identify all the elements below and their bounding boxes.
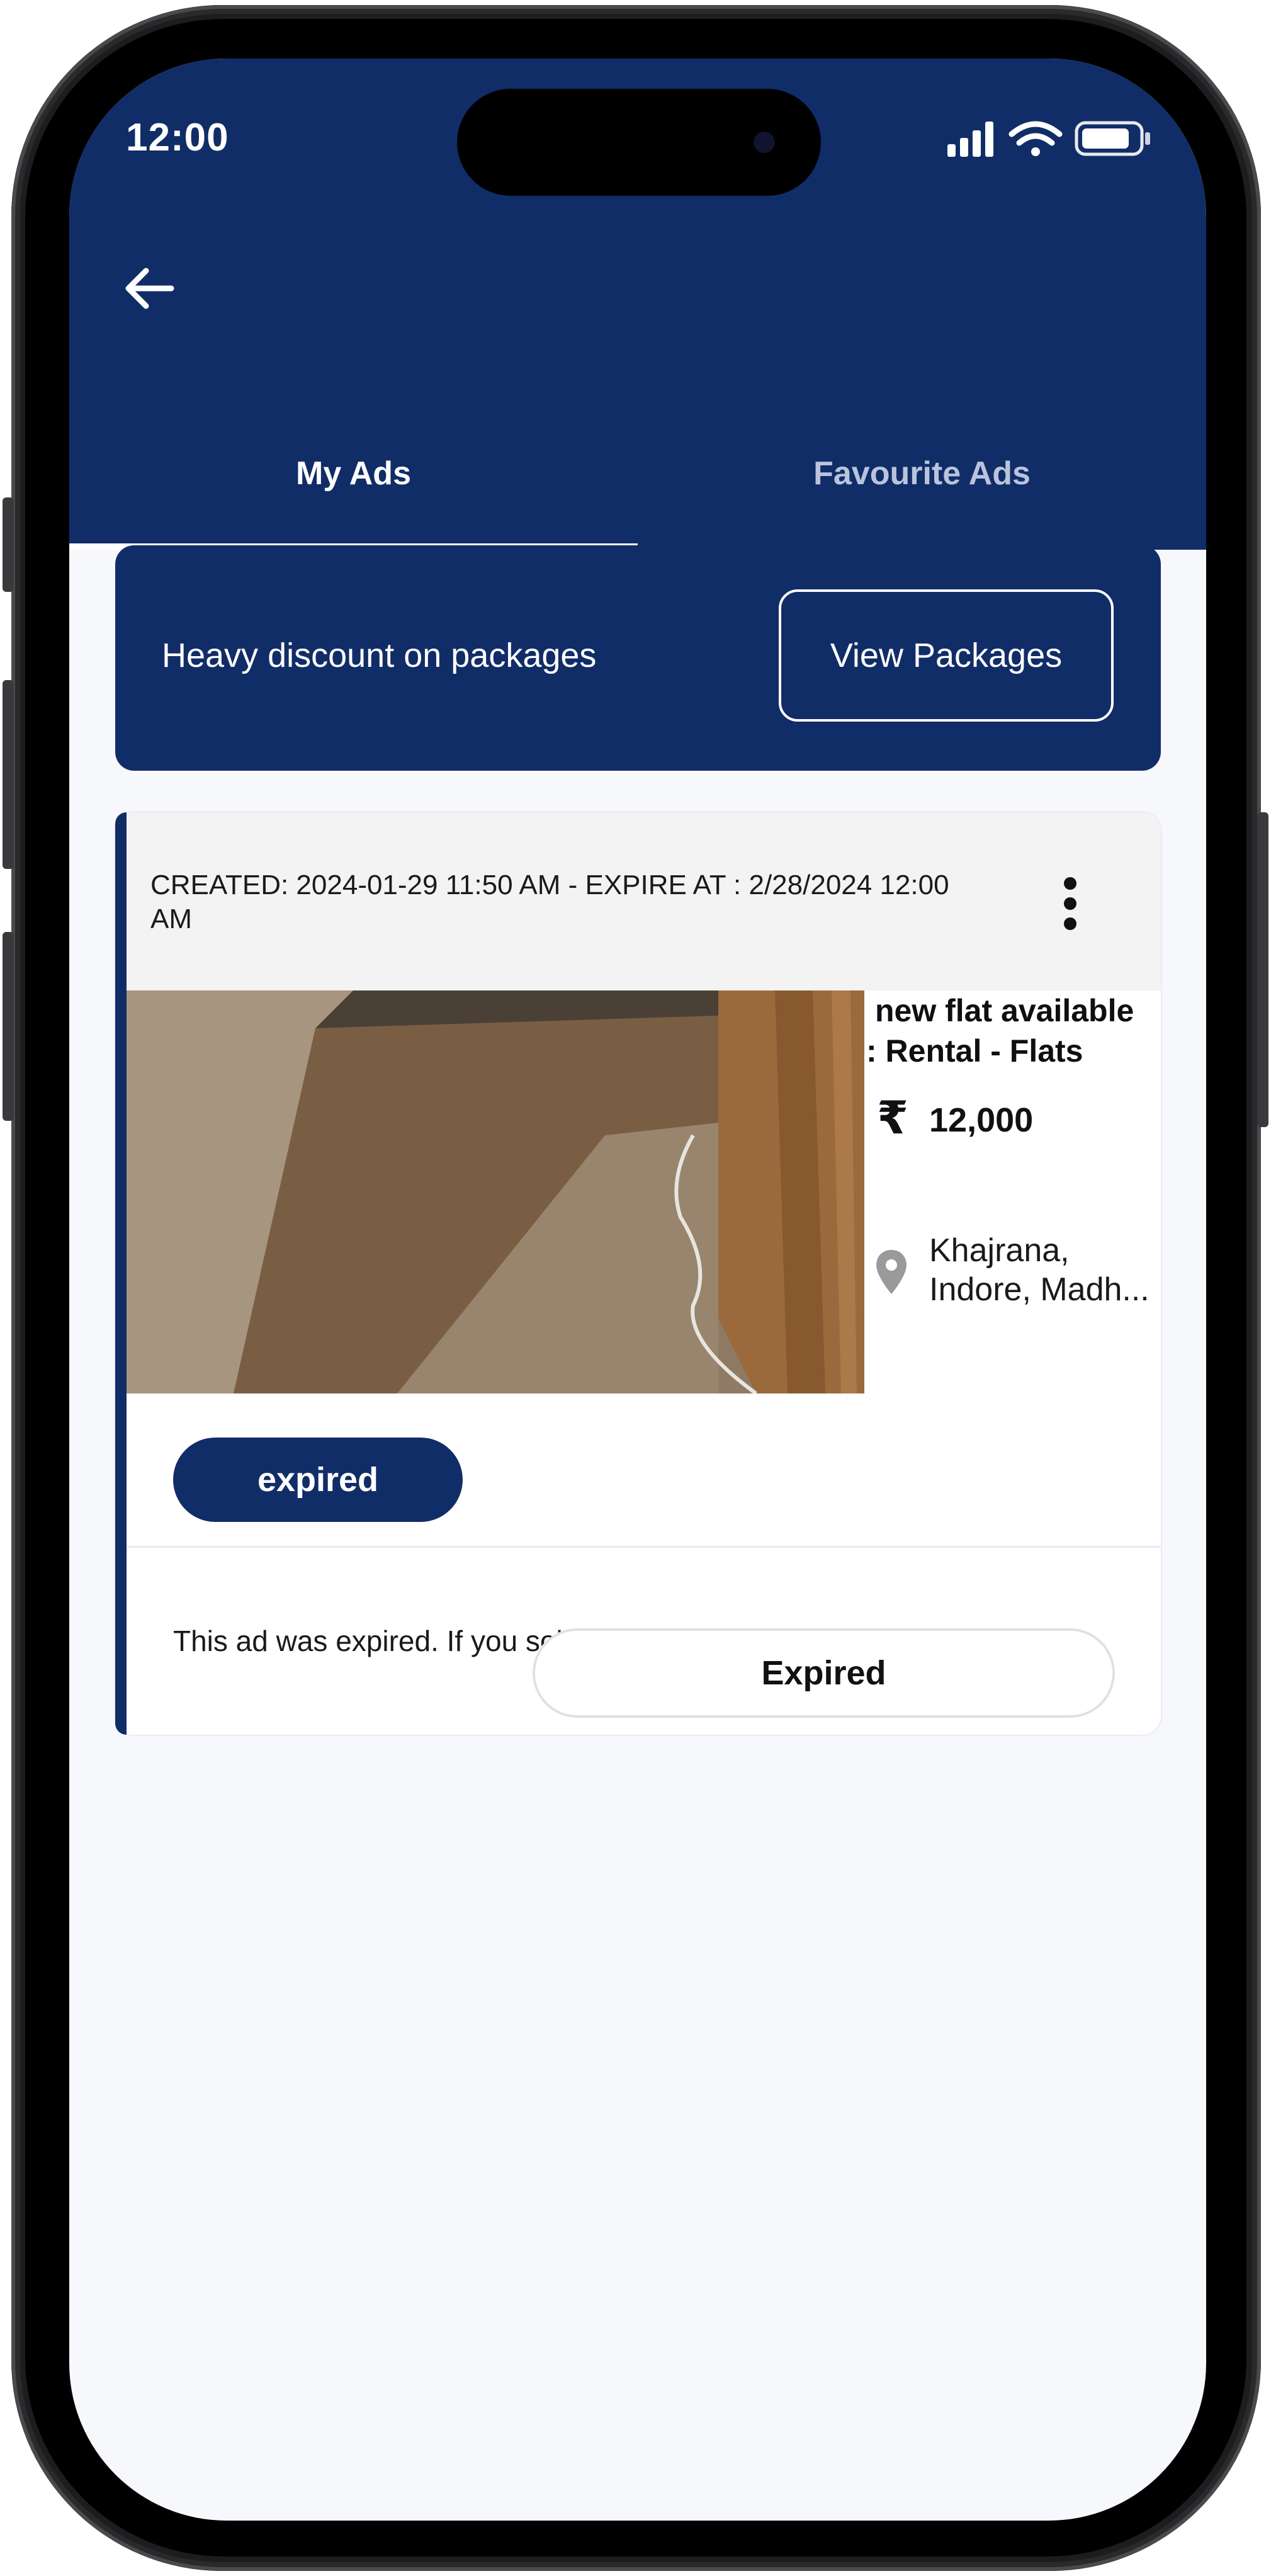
cellular-signal-icon xyxy=(947,122,993,157)
ad-created-expiry: CREATED: 2024-01-29 11:50 AM - EXPIRE AT… xyxy=(150,870,949,934)
view-packages-button[interactable]: View Packages xyxy=(779,589,1114,722)
tab-favourite-ads[interactable]: Favourite Ads xyxy=(638,436,1206,511)
action-button xyxy=(3,497,14,592)
promo-text: Heavy discount on packages xyxy=(162,637,597,674)
back-arrow-icon[interactable] xyxy=(121,260,178,317)
screen: 12:00 My Ads Favourite Ads Heavy discoun… xyxy=(69,59,1206,2521)
card-divider xyxy=(127,1546,1161,1548)
battery-icon xyxy=(1075,121,1150,156)
ad-title[interactable]: new flat available : Rental - Flats xyxy=(866,990,1156,1071)
expired-button[interactable]: Expired xyxy=(533,1628,1115,1718)
wifi-icon xyxy=(1008,121,1063,156)
power-button xyxy=(1257,812,1268,1127)
ad-location: Khajrana, Indore, Madh... xyxy=(929,1231,1162,1309)
ad-card-accent xyxy=(115,812,127,1735)
ad-photo[interactable] xyxy=(127,990,864,1393)
ad-location-line-2: Indore, Madh... xyxy=(929,1271,1150,1308)
volume-down-button xyxy=(3,932,14,1121)
volume-up-button xyxy=(3,680,14,869)
status-icons xyxy=(947,121,1150,157)
ad-location-line-1: Khajrana, xyxy=(929,1232,1070,1269)
status-time: 12:00 xyxy=(126,116,229,159)
rupee-icon: ₹ xyxy=(877,1093,909,1143)
tab-my-ads[interactable]: My Ads xyxy=(69,436,638,511)
ad-price: 12,000 xyxy=(929,1101,1034,1139)
ad-title-line-1: new flat available xyxy=(875,993,1134,1028)
more-options-icon[interactable] xyxy=(1058,877,1083,940)
status-badge: expired xyxy=(173,1438,463,1522)
location-pin-icon xyxy=(876,1250,907,1294)
camera-dot xyxy=(754,132,775,153)
ad-title-line-2: : Rental - Flats xyxy=(866,1033,1083,1069)
